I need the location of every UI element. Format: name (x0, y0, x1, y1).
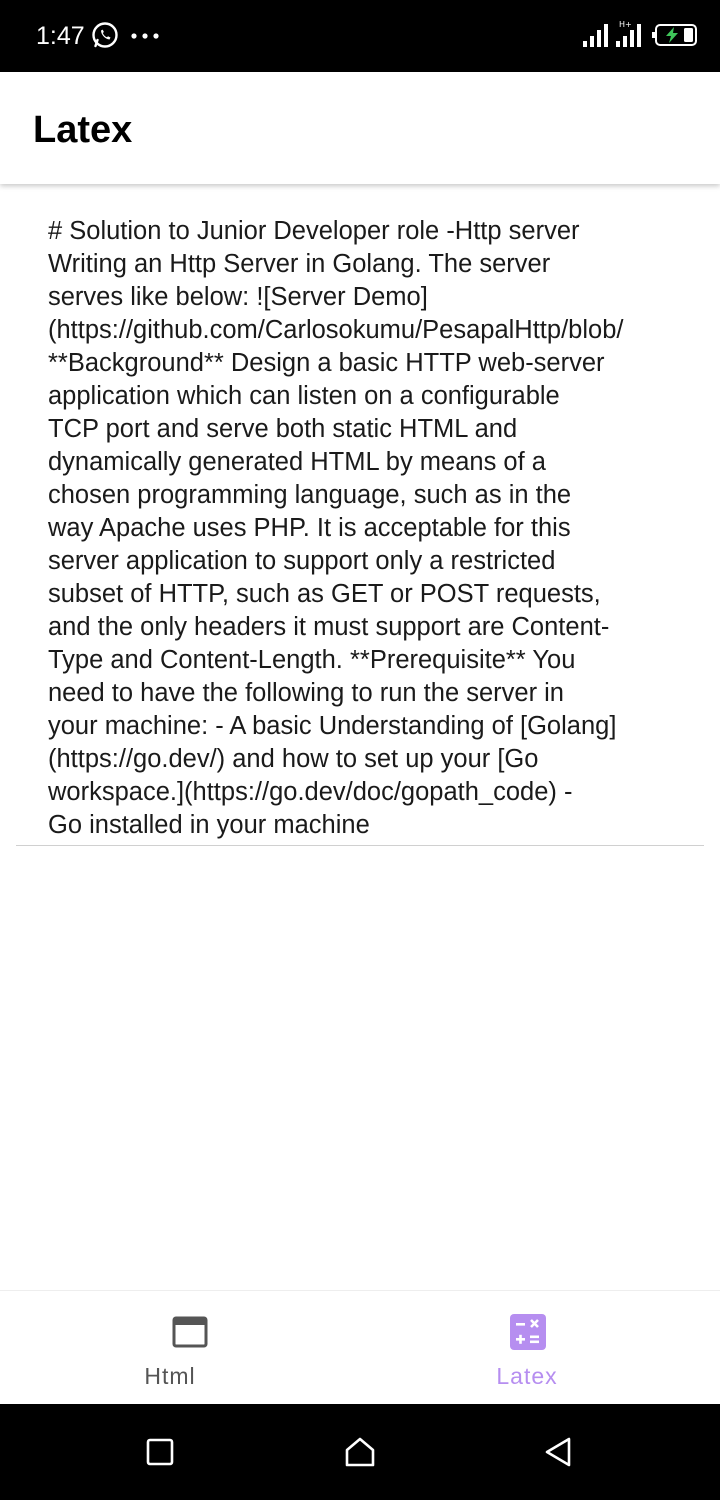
text-line: **Background** Design a basic HTTP web-s… (48, 349, 605, 377)
text-line: chosen programming language, such as in … (48, 481, 572, 509)
text-line: way Apache uses PHP. It is acceptable fo… (48, 514, 571, 542)
text-line: # Solution to Junior Developer role -Htt… (48, 217, 580, 245)
text-line: serves like below: ![Server Demo] (48, 283, 428, 311)
text-line: need to have the following to run the se… (48, 679, 564, 707)
nav-label-latex: Latex (496, 1363, 558, 1389)
text-line: application which can listen on a config… (48, 382, 560, 410)
text-line: subset of HTTP, such as GET or POST requ… (48, 580, 601, 608)
bottom-navigation: Html Latex (0, 1290, 720, 1404)
signal-icon: H+ (616, 20, 641, 47)
nav-item-html[interactable]: Html (0, 1291, 360, 1405)
svg-text:H+: H+ (619, 20, 632, 29)
system-navigation-bar (0, 1404, 720, 1500)
text-line: workspace.](https://go.dev/doc/gopath_co… (48, 778, 573, 806)
browser-window-icon (172, 1316, 208, 1348)
text-line: TCP port and serve both static HTML and (48, 415, 518, 443)
text-line: (https://go.dev/) and how to set up your… (48, 745, 539, 773)
calculator-icon (510, 1314, 546, 1350)
status-time: 1:47 (36, 22, 85, 50)
nav-label-html: Html (144, 1363, 196, 1389)
signal-icon (583, 24, 608, 47)
status-bar: 1:47 H+ (0, 0, 720, 72)
text-line: Writing an Http Server in Golang. The se… (48, 250, 551, 278)
text-line: Go installed in your machine (48, 811, 370, 839)
text-line: Type and Content-Length. **Prerequisite*… (48, 646, 576, 674)
back-icon[interactable] (541, 1434, 577, 1470)
recents-icon[interactable] (142, 1434, 178, 1470)
text-line: server application to support only a res… (48, 547, 556, 575)
whatsapp-icon (92, 22, 118, 48)
text-line: and the only headers it must support are… (48, 613, 610, 641)
latex-content-panel: # Solution to Junior Developer role -Htt… (16, 184, 704, 846)
text-line: (https://github.com/Carlosokumu/PesapalH… (48, 316, 624, 344)
text-line: dynamically generated HTML by means of a (48, 448, 546, 476)
app-bar: Latex (0, 72, 720, 184)
battery-charging-icon (652, 24, 697, 46)
home-icon[interactable] (342, 1434, 378, 1470)
text-line: your machine: - A basic Understanding of… (48, 712, 617, 740)
latex-text: # Solution to Junior Developer role -Htt… (48, 215, 673, 842)
more-dots-icon (131, 33, 159, 39)
page-title: Latex (33, 109, 133, 151)
nav-item-latex[interactable]: Latex (360, 1291, 720, 1405)
